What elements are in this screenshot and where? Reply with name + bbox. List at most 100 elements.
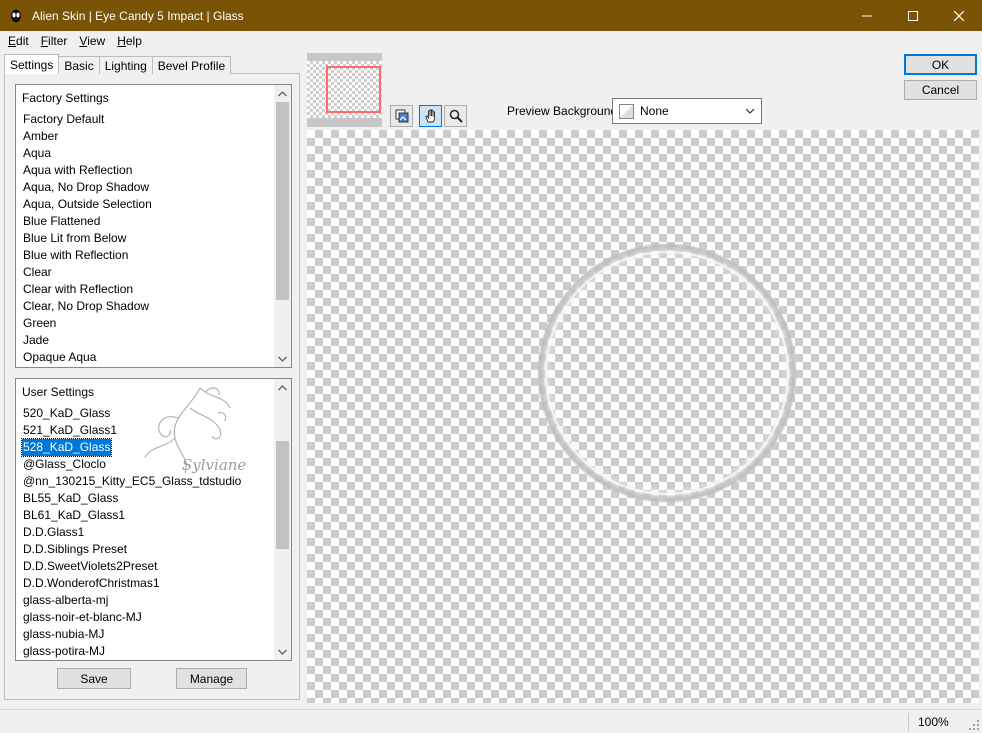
user-setting-item-label: D.D.WonderofChristmas1: [23, 576, 160, 590]
ok-button[interactable]: OK: [904, 54, 977, 75]
scroll-up-arrow[interactable]: [274, 85, 291, 102]
glass-effect-preview: [537, 243, 797, 503]
close-button[interactable]: [936, 0, 982, 31]
factory-setting-list-item[interactable]: Blue Flattened: [22, 213, 153, 230]
menu-filter[interactable]: Filter: [37, 34, 72, 48]
user-setting-list-item[interactable]: D.D.WonderofChristmas1: [22, 575, 242, 592]
factory-setting-list-item[interactable]: Clear with Reflection: [22, 281, 153, 298]
user-setting-list-item[interactable]: D.D.SweetViolets2Preset: [22, 558, 242, 575]
user-setting-item-label: glass-nubia-MJ: [23, 627, 105, 641]
factory-setting-list-item[interactable]: Green: [22, 315, 153, 332]
factory-setting-item-label: Blue Lit from Below: [23, 231, 127, 245]
factory-setting-list-item[interactable]: Aqua: [22, 145, 153, 162]
factory-setting-list-item[interactable]: Clear: [22, 264, 153, 281]
scroll-up-arrow[interactable]: [274, 379, 291, 396]
toggle-preview-button[interactable]: [390, 105, 413, 127]
scroll-thumb[interactable]: [276, 102, 289, 300]
chevron-down-icon: [278, 356, 287, 362]
zoom-level: 100%: [918, 715, 949, 729]
user-setting-item-label: glass-potira-MJ: [23, 644, 106, 658]
background-swatch-icon: [619, 103, 634, 119]
resize-grip-icon[interactable]: [968, 719, 980, 731]
alien-skin-app-icon[interactable]: [8, 8, 24, 24]
user-setting-item-label: D.D.Siblings Preset: [23, 542, 128, 556]
user-setting-list-item[interactable]: D.D.Glass1: [22, 524, 242, 541]
user-setting-list-item[interactable]: D.D.Siblings Preset: [22, 541, 242, 558]
user-setting-list-item[interactable]: 521_KaD_Glass1: [22, 422, 242, 439]
minimize-button[interactable]: [844, 0, 890, 31]
factory-setting-list-item[interactable]: Amber: [22, 128, 153, 145]
user-settings-list[interactable]: User Settings 520_KaD_Glass 521_KaD_Glass…: [15, 378, 292, 661]
status-bar: 100%: [0, 709, 982, 733]
user-setting-item-label: @nn_130215_Kitty_EC5_Glass_tdstudio: [23, 474, 242, 488]
scroll-down-arrow[interactable]: [274, 643, 291, 660]
user-setting-list-item[interactable]: glass-nubia-MJ: [22, 626, 242, 643]
factory-setting-list-item[interactable]: Aqua, No Drop Shadow: [22, 179, 153, 196]
user-setting-item-label: BL55_KaD_Glass: [23, 491, 119, 505]
factory-setting-list-item[interactable]: Opaque Aqua: [22, 349, 153, 366]
user-setting-list-item[interactable]: glass-noir-et-blanc-MJ: [22, 609, 242, 626]
factory-setting-item-label: Blue with Reflection: [23, 248, 129, 262]
manage-button[interactable]: Manage: [176, 668, 247, 689]
user-setting-list-item[interactable]: glass-potira-MJ: [22, 643, 242, 660]
menu-view[interactable]: View: [75, 34, 109, 48]
user-setting-item-label: 521_KaD_Glass1: [23, 423, 118, 437]
menu-help[interactable]: Help: [113, 34, 146, 48]
factory-setting-list-item[interactable]: Clear, No Drop Shadow: [22, 298, 153, 315]
user-setting-list-item[interactable]: @nn_130215_Kitty_EC5_Glass_tdstudio: [22, 473, 242, 490]
window-title: Alien Skin | Eye Candy 5 Impact | Glass: [32, 8, 244, 23]
factory-setting-item-label: Aqua: [23, 146, 52, 160]
factory-setting-item-label: Clear, No Drop Shadow: [23, 299, 150, 313]
hand-icon: [424, 109, 435, 123]
cancel-button[interactable]: Cancel: [904, 80, 977, 100]
user-setting-item-label: 528_KaD_Glass: [20, 438, 113, 457]
factory-setting-list-item[interactable]: Aqua with Reflection: [22, 162, 153, 179]
tab-lighting[interactable]: Lighting: [98, 56, 153, 74]
factory-setting-item-label: Clear with Reflection: [23, 282, 134, 296]
chevron-up-icon: [278, 384, 287, 390]
factory-setting-item-label: Blue Flattened: [23, 214, 101, 228]
factory-setting-item-label: Opaque Aqua: [23, 350, 97, 364]
save-button[interactable]: Save: [57, 668, 131, 689]
menu-bar: Edit Filter View Help: [0, 31, 982, 51]
maximize-button[interactable]: [890, 0, 936, 31]
factory-settings-items: Factory Default Amber Aqua Aqua with Reflec…: [22, 111, 153, 366]
preview-background-select[interactable]: None: [612, 98, 762, 124]
factory-setting-list-item[interactable]: Factory Default: [22, 111, 153, 128]
user-setting-list-item[interactable]: glass-alberta-mj: [22, 592, 242, 609]
tab-settings[interactable]: Settings: [4, 54, 60, 74]
user-setting-item-label: glass-noir-et-blanc-MJ: [23, 610, 142, 624]
navigator-viewport-rect[interactable]: [326, 66, 381, 113]
factory-setting-item-label: Aqua with Reflection: [23, 163, 133, 177]
preview-canvas[interactable]: [307, 130, 979, 703]
before-after-icon: [395, 109, 408, 123]
user-setting-list-item[interactable]: BL55_KaD_Glass: [22, 490, 242, 507]
close-icon: [954, 10, 964, 21]
user-setting-list-item[interactable]: BL61_KaD_Glass1: [22, 507, 242, 524]
factory-setting-list-item[interactable]: Blue Lit from Below: [22, 230, 153, 247]
minimize-icon: [862, 15, 872, 16]
user-settings-header: User Settings: [22, 385, 95, 399]
user-setting-list-item[interactable]: 528_KaD_Glass: [20, 438, 242, 457]
user-scrollbar[interactable]: [274, 379, 291, 660]
factory-scrollbar[interactable]: [274, 85, 291, 367]
user-setting-item-label: D.D.SweetViolets2Preset: [23, 559, 158, 573]
preview-background-label: Preview Background:: [507, 104, 621, 118]
factory-settings-list[interactable]: Factory Settings Factory Default Amber Aqu…: [15, 84, 292, 368]
zoom-tool-button[interactable]: [444, 105, 467, 127]
tab-bevel-profile[interactable]: Bevel Profile: [151, 56, 232, 74]
scroll-down-arrow[interactable]: [274, 350, 291, 367]
user-setting-list-item[interactable]: @Glass_Cloclo: [22, 456, 242, 473]
user-setting-item-label: D.D.Glass1: [23, 525, 85, 539]
factory-setting-item-label: Aqua, Outside Selection: [23, 197, 152, 211]
factory-setting-list-item[interactable]: Blue with Reflection: [22, 247, 153, 264]
tab-basic[interactable]: Basic: [58, 56, 100, 74]
menu-edit[interactable]: Edit: [4, 34, 33, 48]
factory-setting-list-item[interactable]: Jade: [22, 332, 153, 349]
scroll-thumb[interactable]: [276, 441, 289, 549]
factory-setting-list-item[interactable]: Aqua, Outside Selection: [22, 196, 153, 213]
hand-tool-button[interactable]: [419, 105, 442, 127]
factory-setting-item-label: Green: [23, 316, 57, 330]
user-setting-item-label: glass-alberta-mj: [23, 593, 109, 607]
user-setting-list-item[interactable]: 520_KaD_Glass: [22, 405, 242, 422]
